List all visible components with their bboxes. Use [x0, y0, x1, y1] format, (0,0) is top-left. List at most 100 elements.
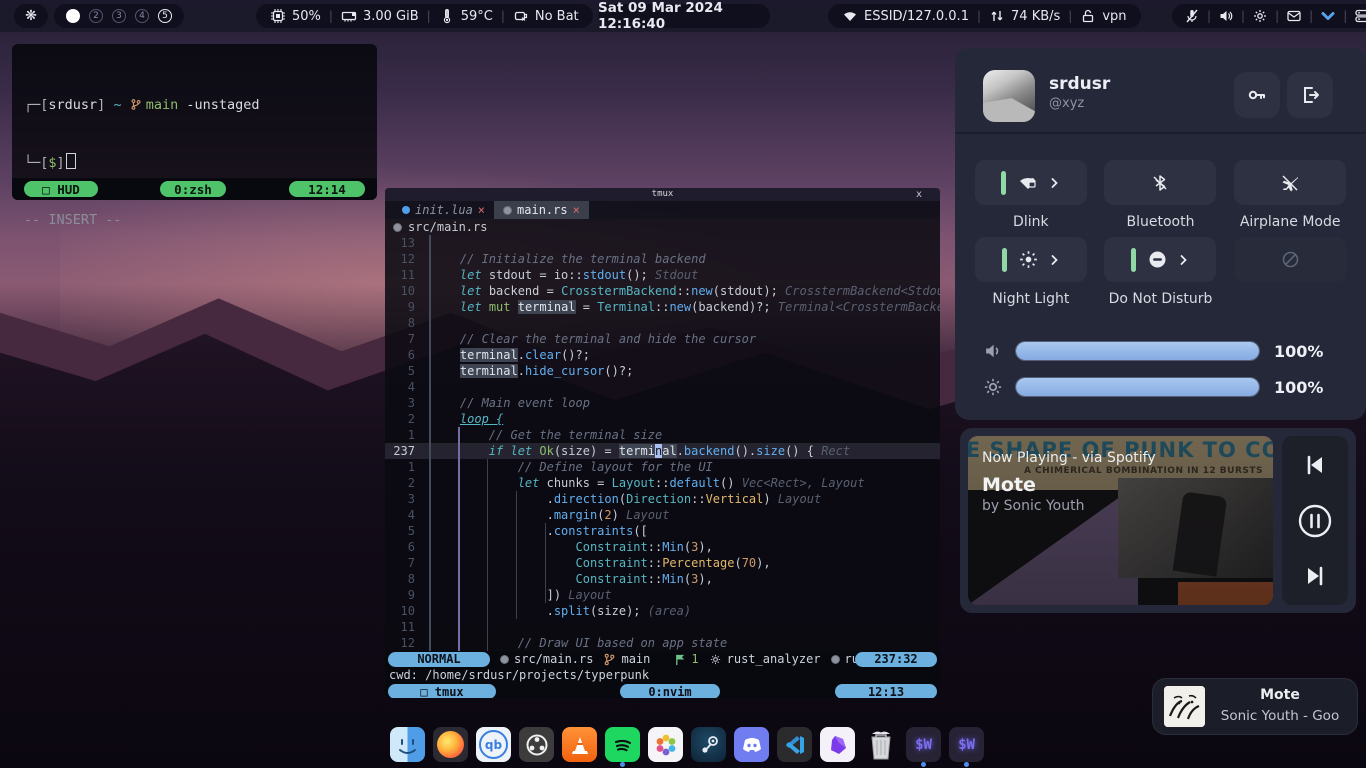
speaker-icon[interactable]: [1218, 8, 1234, 24]
active-indicator: [1131, 248, 1136, 272]
vi-mode-indicator: -- INSERT --: [24, 211, 365, 230]
toggle-dlink[interactable]: [975, 160, 1087, 205]
vim-mode-badge: NORMAL: [388, 652, 490, 667]
prompt-tokens-2: └─[$]: [24, 155, 65, 171]
toggle-label: Do Not Disturb: [1109, 291, 1213, 308]
dock-app-vscode[interactable]: [777, 727, 812, 767]
tab-close-icon[interactable]: ×: [478, 203, 485, 217]
dock-app-obsidian[interactable]: [820, 727, 855, 767]
next-button[interactable]: [1302, 563, 1328, 589]
lsp-gear-icon: [709, 653, 722, 666]
media-controls: [1282, 436, 1348, 605]
dock-app-wezterm[interactable]: $W: [906, 727, 941, 767]
volume-slider[interactable]: [1015, 341, 1260, 361]
dock-app-qbittorrent[interactable]: qb: [476, 727, 511, 767]
settings-gear-icon[interactable]: [1252, 8, 1268, 24]
workspace-1[interactable]: [66, 9, 80, 23]
dock-app-spotify[interactable]: [605, 727, 640, 767]
mail-tray-icon[interactable]: [1286, 8, 1302, 24]
clock[interactable]: Sat 09 Mar 2024 12:16:40: [598, 4, 770, 28]
breadcrumb: src/main.rs: [385, 219, 940, 235]
dock-app-photos[interactable]: [648, 727, 683, 767]
chevron-right-icon[interactable]: [1050, 255, 1060, 265]
track-artist: by Sonic Youth: [982, 498, 1084, 514]
tmux-statusbar: □ tmux 0:nvim 12:13: [385, 683, 940, 698]
hud-terminal-window[interactable]: ┌─[srdusr] ~ main -unstaged └─[$] -- INS…: [12, 44, 377, 200]
ram-icon: [341, 8, 357, 24]
code-line: 8 Constraint::Min(3),: [385, 571, 940, 587]
tmux-window-zsh[interactable]: 0:zsh: [160, 181, 226, 197]
temperature: 59°C: [461, 9, 493, 24]
dock-app-finder[interactable]: [390, 727, 425, 767]
indent-guide: [458, 427, 460, 651]
rust-icon: [503, 206, 512, 215]
dock-app-trash[interactable]: [863, 727, 898, 767]
thermometer-icon: [439, 8, 455, 24]
tab-main-rs[interactable]: main.rs ×: [494, 201, 589, 219]
code-area[interactable]: 1312 // Initialize the terminal backend1…: [385, 235, 940, 651]
code-line: 2 loop {: [385, 411, 940, 427]
media-notification[interactable]: Mote Sonic Youth - Goo: [1152, 678, 1358, 735]
dock-app-wezterm-2[interactable]: $W: [949, 727, 984, 767]
logout-button[interactable]: [1287, 72, 1333, 118]
tmux-session-hud[interactable]: □ HUD: [24, 181, 98, 197]
editor-window[interactable]: tmux x init.lua × main.rs × src/main.rs …: [385, 188, 940, 698]
gutter-separator: [429, 235, 431, 651]
top-bar: ❋ 2345 50% | 3.00 GiB | 59°C | No Bat Sa…: [0, 0, 1366, 32]
tmux-window-nvim[interactable]: 0:nvim: [620, 684, 720, 698]
system-stats: 50% | 3.00 GiB | 59°C | No Bat: [256, 4, 593, 28]
indent-guide: [545, 523, 546, 603]
toggle-bluetooth[interactable]: [1104, 160, 1216, 205]
chevron-right-icon[interactable]: [1179, 255, 1189, 265]
workspace-2[interactable]: 2: [89, 9, 103, 23]
dock-app-discord[interactable]: [734, 727, 769, 767]
snowflake-icon[interactable]: ❋: [14, 4, 48, 28]
chevron-down-icon[interactable]: [1320, 8, 1336, 24]
code-line: 10 .split(size); (area): [385, 603, 940, 619]
dock-app-steam[interactable]: [691, 727, 726, 767]
cursor-position: 237:32: [855, 652, 937, 667]
code-line: 9 ]) Layout: [385, 587, 940, 603]
volume-slider-fill: [1016, 342, 1259, 360]
dock-app-obs[interactable]: [519, 727, 554, 767]
chevron-right-icon[interactable]: [1050, 178, 1060, 188]
dock-app-firefox[interactable]: [433, 727, 468, 767]
system-tray: | | | | |: [1172, 4, 1366, 28]
brightness-slider[interactable]: [1015, 377, 1260, 397]
toggle-empty[interactable]: [1234, 237, 1346, 282]
track-title: Mote: [982, 474, 1036, 496]
dock-app-vlc[interactable]: [562, 727, 597, 767]
pause-button[interactable]: [1297, 503, 1333, 539]
avatar[interactable]: [983, 70, 1035, 122]
key-icon: [1246, 84, 1268, 106]
password-key-button[interactable]: [1234, 72, 1280, 118]
mic-muted-icon[interactable]: [1184, 8, 1200, 24]
code-line: 6 terminal.clear()?;: [385, 347, 940, 363]
active-indicator: [1001, 171, 1006, 195]
tab-init-lua[interactable]: init.lua ×: [393, 201, 494, 219]
tab-close-icon[interactable]: ×: [573, 203, 580, 217]
code-line: 11 let stdout = io::stdout(); Stdout: [385, 267, 940, 283]
wifi-icon: [842, 8, 858, 24]
album-art[interactable]: THE SHAPE OF PUNK TO COME A CHIMERICAL B…: [968, 436, 1273, 605]
toggle-night-light[interactable]: [975, 237, 1087, 282]
tmux-session-name[interactable]: □ tmux: [388, 684, 496, 698]
window-close-button[interactable]: x: [916, 188, 922, 201]
prompt-tokens-1: ┌─[srdusr] ~ main -unstaged: [24, 97, 260, 113]
dashboard-icon[interactable]: [1354, 8, 1366, 24]
toggle-airplane-mode[interactable]: [1234, 160, 1346, 205]
active-indicator: [1002, 248, 1007, 272]
toggle-do-not-disturb[interactable]: [1104, 237, 1216, 282]
diagnostic-count: 1: [691, 652, 698, 666]
previous-button[interactable]: [1302, 452, 1328, 478]
brightness-slider-row: 100%: [983, 376, 1338, 398]
workspace-5[interactable]: 5: [158, 9, 172, 23]
battery-status: No Bat: [535, 9, 579, 24]
terminal-cursor: [66, 153, 76, 169]
tmux-clock: 12:13: [835, 684, 937, 698]
workspace-3[interactable]: 3: [112, 9, 126, 23]
workspace-4[interactable]: 4: [135, 9, 149, 23]
code-line: 7 Constraint::Percentage(70),: [385, 555, 940, 571]
indent-guide: [516, 491, 517, 619]
code-line: 9 let mut terminal = Terminal::new(backe…: [385, 299, 940, 315]
